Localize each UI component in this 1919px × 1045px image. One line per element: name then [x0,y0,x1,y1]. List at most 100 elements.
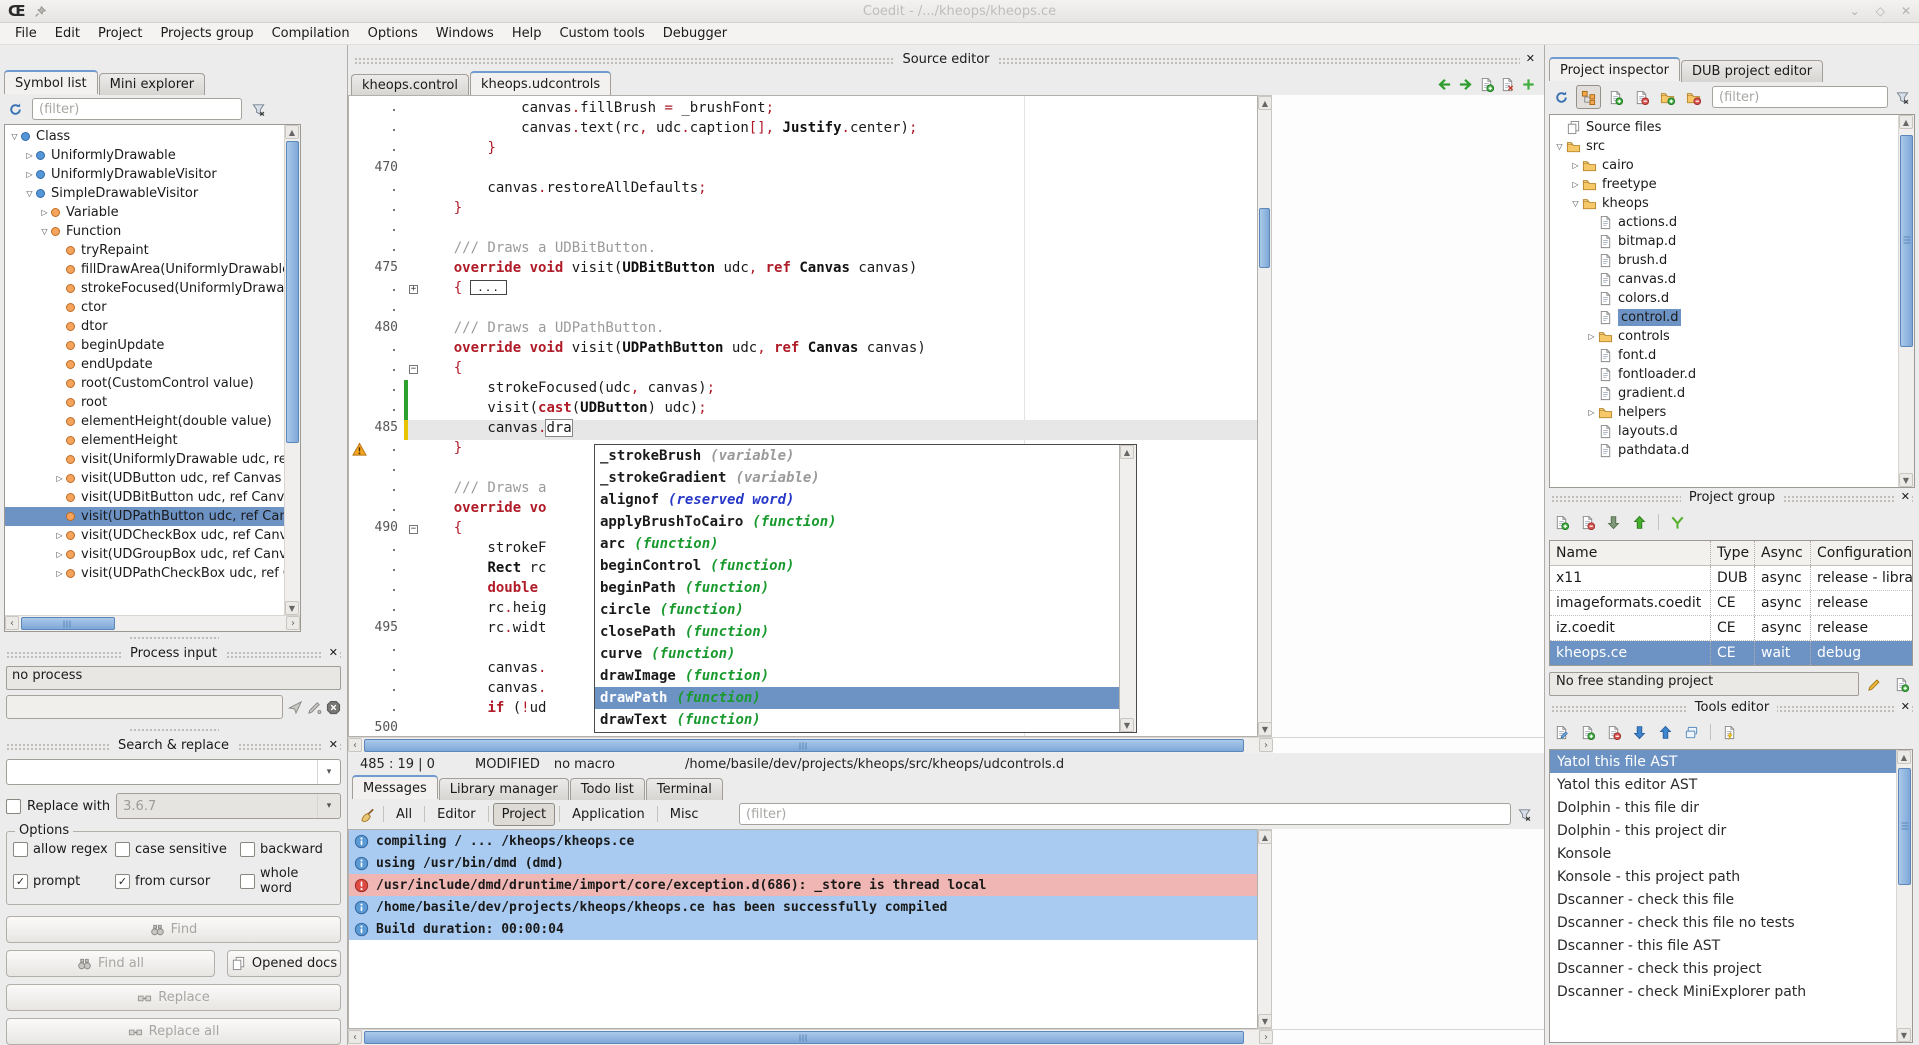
scroll-down-icon[interactable]: ▼ [285,601,299,615]
option-prompt[interactable]: ✓prompt [13,866,115,896]
pin-icon[interactable] [34,5,47,18]
file-item-control-d[interactable]: control.d [1550,308,1898,327]
menu-edit[interactable]: Edit [46,24,89,43]
button-find-all[interactable]: Find all [6,950,215,977]
scroll-up-icon[interactable]: ▲ [1258,96,1272,110]
tab-dub-project-editor[interactable]: DUB project editor [1681,60,1823,82]
option-allow-regex[interactable]: allow regex [13,842,115,857]
column-header-type[interactable]: Type [1710,541,1754,565]
code-line[interactable]: 485 canvas.dra [349,420,1257,440]
fold-toggle-icon[interactable]: + [409,285,418,294]
symbol-item-root[interactable]: root [5,393,284,412]
symbol-item-beginupdate[interactable]: beginUpdate [5,336,284,355]
tool-item-dscanner-check-this-project[interactable]: Dscanner - check this project [1550,957,1896,980]
file-item-brush-d[interactable]: brush.d [1550,251,1898,270]
table-row-x11[interactable]: x11DUBasyncrelease - library [1550,566,1912,591]
refresh-icon[interactable] [8,102,23,117]
checkbox-checked[interactable]: ✓ [13,874,28,889]
option-from-cursor[interactable]: ✓from cursor [115,866,240,896]
file-item-layouts-d[interactable]: layouts.d [1550,422,1898,441]
chevron-closed-icon[interactable]: ▷ [1569,161,1582,170]
tree-view-button[interactable] [1576,85,1601,109]
completion-item-applybrushtocairo[interactable]: applyBrushToCairo(function) [595,511,1119,533]
tool-item-yatol-this-file-ast[interactable]: Yatol this file AST [1550,750,1896,773]
tab-todo-list[interactable]: Todo list [570,778,645,800]
tab-mini-explorer[interactable]: Mini explorer [99,73,206,95]
page-remove-button[interactable] [1576,511,1599,533]
tab-library-manager[interactable]: Library manager [439,778,569,800]
menu-help[interactable]: Help [503,24,551,43]
nav-back-icon[interactable] [1437,77,1452,92]
filter-project[interactable]: Project [493,803,555,826]
message-row[interactable]: /usr/include/dmd/druntime/import/core/ex… [349,874,1257,896]
symbol-item-elementheight-double-value[interactable]: elementHeight(double value) [5,412,284,431]
add-project-icon[interactable] [1890,673,1913,695]
code-line[interactable]: .− { [349,360,1257,380]
chevron-closed-icon[interactable]: ▷ [1585,408,1598,417]
menu-projects-group[interactable]: Projects group [151,24,262,43]
code-line[interactable]: . visit(cast(UDButton) udc); [349,400,1257,420]
fold-toggle-icon[interactable]: − [409,525,418,534]
menu-file[interactable]: File [6,24,46,43]
refresh-icon[interactable] [4,98,27,120]
filter-all[interactable]: All [388,804,420,825]
symbol-item-strokefocused-uniformlydrawable[interactable]: strokeFocused(UniformlyDrawable [5,279,284,298]
file-item-kheops[interactable]: ▽kheops [1550,194,1898,213]
code-line[interactable]: .+ {... [349,280,1257,300]
tool-item-yatol-this-editor-ast[interactable]: Yatol this editor AST [1550,773,1896,796]
scroll-right-icon[interactable]: › [1259,738,1273,752]
clear-filter-icon[interactable] [251,102,266,117]
code-line[interactable]: . [349,220,1257,240]
symbol-item-filldrawarea-uniformlydrawable-ud[interactable]: fillDrawArea(UniformlyDrawable ud [5,260,284,279]
page-edit-button[interactable] [1550,721,1573,743]
send-icon[interactable] [288,700,303,715]
tool-item-dolphin-this-project-dir[interactable]: Dolphin - this project dir [1550,819,1896,842]
tool-item-konsole[interactable]: Konsole [1550,842,1896,865]
scrollbar-thumb[interactable] [364,739,1244,752]
search-combo[interactable]: ▾ [6,759,341,785]
edit-icon[interactable] [1867,677,1882,692]
process-input-field[interactable] [6,695,283,719]
scroll-down-icon[interactable]: ▼ [1897,1028,1911,1042]
chevron-closed-icon[interactable]: ▷ [1569,180,1582,189]
code-line[interactable]: . } [349,140,1257,160]
chevron-open-icon[interactable]: ▽ [23,189,36,198]
completion-item-drawimage[interactable]: drawImage(function) [595,665,1119,687]
message-row[interactable]: /home/basile/dev/projects/kheops/kheops.… [349,896,1257,918]
tool-item-konsole-this-project-path[interactable]: Konsole - this project path [1550,865,1896,888]
button-find[interactable]: Find [6,916,341,943]
close-icon[interactable]: ✕ [1895,699,1912,713]
option-whole-word[interactable]: whole word [240,866,334,896]
refresh-button[interactable] [1550,86,1573,108]
chevron-closed-icon[interactable]: ▷ [53,531,66,540]
file-item-src[interactable]: ▽src [1550,137,1898,156]
scroll-down-icon[interactable]: ▼ [1258,722,1272,736]
file-item-helpers[interactable]: ▷helpers [1550,403,1898,422]
nav-forward-icon[interactable] [1458,77,1473,92]
page-add-button[interactable] [1550,511,1573,533]
scrollbar-thumb[interactable] [21,617,115,630]
filter-misc[interactable]: Misc [662,804,707,825]
edit-icon[interactable] [1863,673,1886,695]
option-case-sensitive[interactable]: case sensitive [115,842,240,857]
close-icon[interactable]: ✕ [1520,51,1537,65]
file-item-canvas-d[interactable]: canvas.d [1550,270,1898,289]
code-line[interactable]: . [349,300,1257,320]
pen-icon[interactable] [307,700,322,715]
clear-messages-icon[interactable] [356,803,379,825]
completion-item-drawtext[interactable]: drawText(function) [595,709,1119,731]
message-row[interactable]: Build duration: 00:00:04 [349,918,1257,940]
clear-filter-icon[interactable] [1517,807,1532,822]
button-replace-all[interactable]: Replace all [6,1018,341,1045]
code-line[interactable]: 470 [349,160,1257,180]
completion-popup[interactable]: _strokeBrush(variable)_strokeGradient(va… [594,444,1137,733]
symbol-item-visit-udcheckbox-udc-ref-canvas[interactable]: ▷visit(UDCheckBox udc, ref Canvas [5,526,284,545]
scroll-down-icon[interactable]: ▼ [1899,473,1913,487]
table-row-imageformats-coedit[interactable]: imageformats.coeditCEasyncrelease [1550,591,1912,616]
chevron-open-icon[interactable]: ▽ [1569,199,1582,208]
completion-item-circle[interactable]: circle(function) [595,599,1119,621]
page-remove-button[interactable] [1630,86,1653,108]
file-item-cairo[interactable]: ▷cairo [1550,156,1898,175]
stop-icon[interactable] [326,700,341,715]
menu-windows[interactable]: Windows [427,24,503,43]
